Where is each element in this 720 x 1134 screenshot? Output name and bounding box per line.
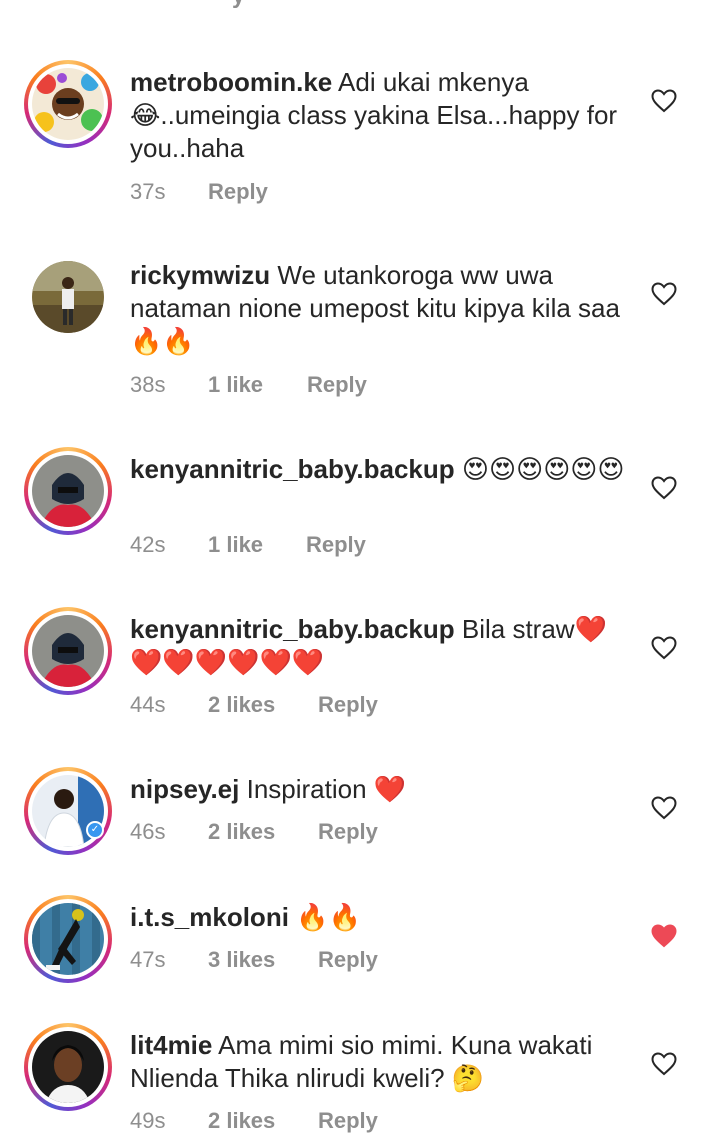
liked-heart-icon[interactable] xyxy=(651,924,677,948)
comment-body: metroboomin.ke Adi ukai mkenya 😂..umeing… xyxy=(130,66,630,165)
comment-username[interactable]: kenyannitric_baby.backup xyxy=(130,454,455,484)
comment-body: rickymwizu We utankoroga ww uwa nataman … xyxy=(130,259,630,358)
comment-body: nipsey.ej Inspiration ❤️ xyxy=(130,773,630,806)
colorful-illustration-avatar-icon xyxy=(32,68,104,140)
masked-person-avatar-icon xyxy=(32,615,104,687)
reply-button[interactable]: Reply xyxy=(318,1108,378,1134)
avatar[interactable]: ✓ xyxy=(24,767,112,855)
avatar[interactable] xyxy=(24,895,112,983)
reply-button[interactable]: Reply xyxy=(318,947,378,973)
comment-time: 42s xyxy=(130,532,166,557)
comment-meta: 47s 3 likes Reply xyxy=(130,947,378,973)
comment-username[interactable]: rickymwizu xyxy=(130,260,270,290)
comment-body: kenyannitric_baby.backup Bila straw❤️❤️❤… xyxy=(130,613,630,679)
avatar[interactable] xyxy=(24,253,112,341)
avatar[interactable] xyxy=(24,607,112,695)
likes-count-button[interactable]: 2 likes xyxy=(208,819,318,845)
comment-username[interactable]: kenyannitric_baby.backup xyxy=(130,614,455,644)
reply-button[interactable]: Reply xyxy=(318,692,378,718)
comment-time: 49s xyxy=(130,1108,166,1133)
comment-time: 37s xyxy=(130,179,166,204)
reply-button[interactable]: Reply xyxy=(208,179,268,205)
partial-comment-row: y xyxy=(0,0,720,12)
partial-reply-text: y xyxy=(232,0,262,8)
masked-person-avatar-icon xyxy=(32,455,104,527)
comment-meta: 44s 2 likes Reply xyxy=(130,692,378,718)
like-heart-icon[interactable] xyxy=(651,476,677,500)
likes-count-button[interactable]: 3 likes xyxy=(208,947,318,973)
woman-portrait-avatar-icon xyxy=(32,1031,104,1103)
comment-body: i.t.s_mkoloni 🔥🔥 xyxy=(130,901,630,934)
comment-text: 😍😍😍😍😍😍 xyxy=(461,454,625,484)
likes-count-button[interactable]: 2 likes xyxy=(208,1108,318,1134)
comment-meta: 49s 2 likes Reply xyxy=(130,1108,378,1134)
comment-username[interactable]: nipsey.ej xyxy=(130,774,239,804)
likes-count-button[interactable]: 1 like xyxy=(208,372,307,398)
comment-username[interactable]: i.t.s_mkoloni xyxy=(130,902,289,932)
avatar[interactable] xyxy=(24,1023,112,1111)
comment-time: 38s xyxy=(130,372,166,397)
comment-username[interactable]: metroboomin.ke xyxy=(130,67,332,97)
comment-meta: 38s 1 like Reply xyxy=(130,372,367,398)
like-heart-icon[interactable] xyxy=(651,796,677,820)
outdoor-person-avatar-icon xyxy=(32,261,104,333)
like-heart-icon[interactable] xyxy=(651,282,677,306)
like-heart-icon[interactable] xyxy=(651,89,677,113)
comment-username[interactable]: lit4mie xyxy=(130,1030,212,1060)
likes-count-button[interactable]: 2 likes xyxy=(208,692,318,718)
avatar[interactable] xyxy=(24,447,112,535)
avatar[interactable] xyxy=(24,60,112,148)
like-heart-icon[interactable] xyxy=(651,1052,677,1076)
comment-meta: 42s 1 like Reply xyxy=(130,532,366,558)
likes-count-button[interactable]: 1 like xyxy=(208,532,306,558)
comment-body: lit4mie Ama mimi sio mimi. Kuna wakati N… xyxy=(130,1029,630,1095)
comment-time: 46s xyxy=(130,819,166,844)
reply-button[interactable]: Reply xyxy=(306,532,366,558)
comment-time: 47s xyxy=(130,947,166,972)
comment-time: 44s xyxy=(130,692,166,717)
reply-button[interactable]: Reply xyxy=(307,372,367,398)
comment-meta: 37s Reply xyxy=(130,179,268,205)
comment-text: 🔥🔥 xyxy=(296,902,361,932)
comment-body: kenyannitric_baby.backup 😍😍😍😍😍😍 xyxy=(130,453,630,486)
like-heart-icon[interactable] xyxy=(651,636,677,660)
blue-wall-person-avatar-icon xyxy=(32,903,104,975)
verified-badge-icon: ✓ xyxy=(86,821,104,839)
comment-meta: 46s 2 likes Reply xyxy=(130,819,378,845)
reply-button[interactable]: Reply xyxy=(318,819,378,845)
comment-text: Inspiration ❤️ xyxy=(246,774,407,804)
